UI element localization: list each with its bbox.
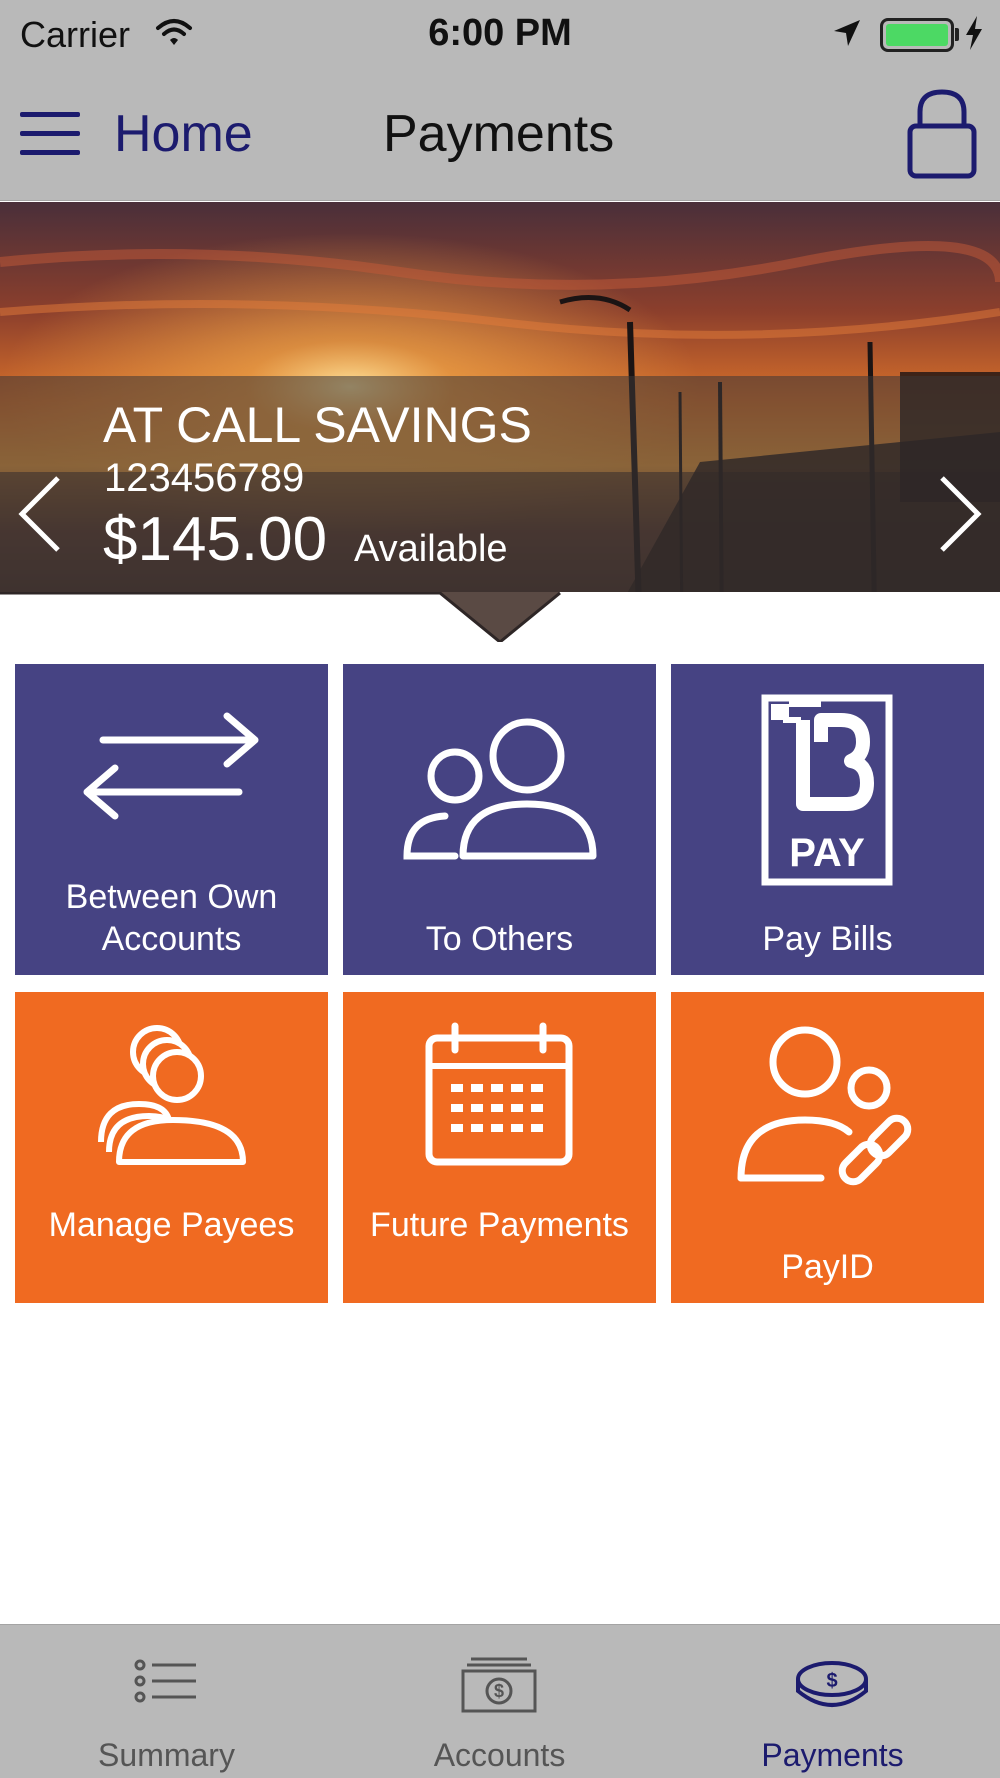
hamburger-menu-icon[interactable] (20, 112, 80, 156)
svg-text:$: $ (494, 1681, 504, 1701)
tab-payments-label: Payments (761, 1737, 904, 1773)
svg-text:PAY: PAY (789, 831, 865, 875)
accounts-icon: $ (461, 1657, 537, 1713)
charging-bolt-icon (964, 16, 984, 55)
tab-accounts[interactable]: $ Accounts (333, 1625, 666, 1778)
list-icon (134, 1659, 196, 1703)
payments-coin-icon: $ (796, 1661, 868, 1707)
battery-icon (880, 18, 954, 52)
tab-payments[interactable]: $ Payments (666, 1625, 999, 1778)
payid-tile[interactable]: PayID (671, 992, 984, 1303)
calendar-icon (425, 1022, 573, 1166)
home-back-link[interactable]: Home (114, 104, 253, 164)
tab-summary[interactable]: Summary (0, 1625, 333, 1778)
manage-payees-label: Manage Payees (48, 1206, 295, 1244)
location-arrow-icon (832, 18, 862, 53)
tab-accounts-label: Accounts (433, 1737, 566, 1773)
chevron-left-icon[interactable] (16, 474, 64, 559)
lock-icon[interactable] (906, 88, 978, 185)
bpay-icon: PAY (761, 694, 893, 886)
between-own-accounts-label: Between Own Accounts (65, 878, 278, 958)
page-title: Payments (383, 105, 615, 163)
battery-tip (955, 28, 959, 41)
tab-summary-label: Summary (98, 1737, 235, 1773)
future-payments-label: Future Payments (370, 1206, 629, 1244)
payees-icon (98, 1025, 246, 1165)
navigation-bar: Home Payments (0, 68, 1000, 201)
transfer-arrows-icon (83, 712, 259, 820)
pay-bills-tile[interactable]: PAY Pay Bills (671, 664, 984, 975)
to-others-tile[interactable]: To Others (343, 664, 656, 975)
svg-text:$: $ (826, 1670, 837, 1692)
to-others-label: To Others (425, 920, 574, 958)
hero-pointer (0, 591, 1000, 644)
account-banner[interactable]: AT CALL SAVINGS 123456789 $145.00 Availa… (0, 202, 1000, 642)
future-payments-tile[interactable]: Future Payments (343, 992, 656, 1303)
payid-label: PayID (781, 1248, 874, 1286)
between-own-accounts-tile[interactable]: Between Own Accounts (15, 664, 328, 975)
pay-bills-label: Pay Bills (762, 920, 893, 958)
manage-payees-tile[interactable]: Manage Payees (15, 992, 328, 1303)
status-bar: Carrier 6:00 PM (0, 0, 1000, 68)
chevron-right-icon[interactable] (936, 474, 984, 559)
people-icon (403, 718, 597, 860)
balance-available-label: Available (354, 528, 508, 570)
payid-link-icon (737, 1026, 912, 1186)
account-balance: $145.00 (103, 505, 328, 574)
account-number: 123456789 (104, 456, 305, 500)
account-name: AT CALL SAVINGS (103, 397, 532, 453)
tab-bar: Summary $ Accounts $ Payments (0, 1624, 1000, 1778)
